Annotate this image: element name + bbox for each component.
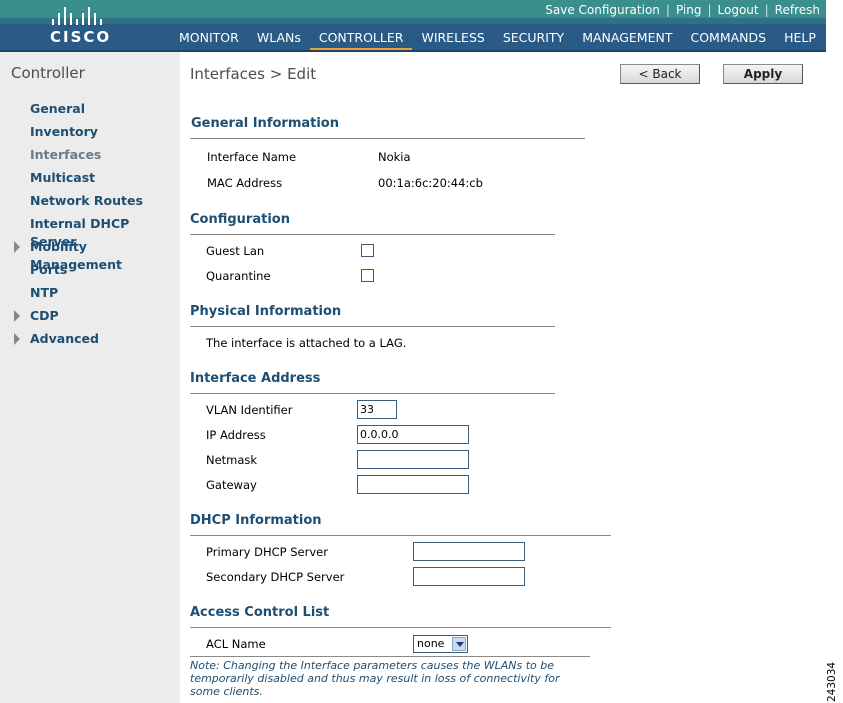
- separator: |: [764, 3, 769, 17]
- cisco-logo: CISCO: [50, 5, 120, 47]
- acl-name-select[interactable]: none: [413, 635, 468, 653]
- sidebar-item-label: Ports: [30, 262, 68, 277]
- acl-name-selected-value: none: [417, 637, 445, 650]
- quarantine-checkbox[interactable]: [361, 269, 374, 282]
- ip-address-input[interactable]: 0.0.0.0: [357, 425, 469, 444]
- dhcp-information-title: DHCP Information: [190, 513, 322, 528]
- nav-management[interactable]: MANAGEMENT: [573, 29, 681, 52]
- interface-name-label: Interface Name: [207, 150, 297, 164]
- sidebar-item-advanced[interactable]: Advanced: [0, 330, 180, 353]
- section-divider: [190, 627, 611, 628]
- section-divider: [190, 234, 555, 235]
- secondary-dhcp-server-label: Secondary DHCP Server: [206, 570, 345, 584]
- nav-security[interactable]: SECURITY: [494, 29, 573, 52]
- ip-address-label: IP Address: [206, 428, 266, 442]
- guest-lan-label: Guest Lan: [206, 244, 265, 258]
- sidebar: Controller General Inventory Interfaces …: [0, 52, 180, 703]
- nav-controller[interactable]: CONTROLLER: [309, 29, 413, 52]
- figure-id: 243034: [826, 661, 838, 702]
- interface-name-value: Nokia: [378, 150, 411, 164]
- section-divider: [190, 393, 555, 394]
- guest-lan-checkbox[interactable]: [361, 244, 374, 257]
- cisco-logo-text: CISCO: [50, 28, 112, 46]
- logout-link[interactable]: Logout: [718, 3, 759, 17]
- gateway-input[interactable]: [357, 475, 469, 494]
- sidebar-item-ntp[interactable]: NTP: [0, 284, 180, 307]
- sidebar-title: Controller: [11, 64, 85, 82]
- quarantine-label: Quarantine: [206, 269, 271, 283]
- physical-information-title: Physical Information: [190, 304, 342, 319]
- sidebar-item-internal-dhcp-server[interactable]: Internal DHCP Server: [0, 215, 180, 249]
- gateway-label: Gateway: [206, 478, 257, 492]
- expand-arrow-icon[interactable]: [14, 310, 20, 322]
- back-button[interactable]: < Back: [620, 64, 700, 84]
- acl-name-label: ACL Name: [206, 637, 266, 651]
- section-divider: [190, 535, 611, 536]
- mac-address-label: MAC Address: [207, 176, 283, 190]
- expand-arrow-icon[interactable]: [14, 241, 20, 253]
- separator: |: [665, 3, 670, 17]
- sidebar-item-label: Network Routes: [30, 193, 143, 208]
- sidebar-item-label: Inventory: [30, 124, 98, 139]
- primary-dhcp-server-input[interactable]: [413, 542, 525, 561]
- sidebar-item-label: General: [30, 101, 85, 116]
- lag-status-text: The interface is attached to a LAG.: [206, 336, 407, 350]
- separator: |: [707, 3, 712, 17]
- section-divider: [190, 138, 585, 139]
- sidebar-item-label: CDP: [30, 308, 59, 323]
- main-nav: MONITOR WLANs CONTROLLER WIRELESS SECURI…: [170, 29, 825, 52]
- main-content: Interfaces > Edit < Back Apply General I…: [180, 52, 826, 703]
- sidebar-item-label: NTP: [30, 285, 59, 300]
- sidebar-item-general[interactable]: General: [0, 100, 180, 123]
- netmask-input[interactable]: [357, 450, 469, 469]
- secondary-dhcp-server-input[interactable]: [413, 567, 525, 586]
- sidebar-item-interfaces[interactable]: Interfaces: [0, 146, 180, 169]
- header-band-fade: [0, 18, 826, 24]
- chevron-down-icon[interactable]: [452, 637, 466, 651]
- sidebar-item-multicast[interactable]: Multicast: [0, 169, 180, 192]
- nav-commands[interactable]: COMMANDS: [681, 29, 775, 52]
- top-header: CISCO Save Configuration | Ping | Logout…: [0, 0, 826, 52]
- vlan-identifier-input[interactable]: 33: [357, 400, 397, 419]
- interface-address-title: Interface Address: [190, 371, 321, 386]
- apply-button[interactable]: Apply: [723, 64, 803, 84]
- mac-address-value: 00:1a:6c:20:44:cb: [378, 176, 483, 190]
- primary-dhcp-server-label: Primary DHCP Server: [206, 545, 328, 559]
- refresh-link[interactable]: Refresh: [775, 3, 820, 17]
- sidebar-item-ports[interactable]: Ports: [0, 261, 180, 284]
- sidebar-item-label: Interfaces: [30, 147, 102, 162]
- utility-links: Save Configuration | Ping | Logout | Ref…: [545, 3, 820, 17]
- access-control-list-title: Access Control List: [190, 605, 330, 620]
- section-divider: [190, 326, 555, 327]
- netmask-label: Netmask: [206, 453, 258, 467]
- vlan-identifier-label: VLAN Identifier: [206, 403, 293, 417]
- configuration-title: Configuration: [190, 212, 290, 227]
- sidebar-item-inventory[interactable]: Inventory: [0, 123, 180, 146]
- nav-wlans[interactable]: WLANs: [248, 29, 310, 52]
- interface-change-note: Note: Changing the Interface parameters …: [190, 659, 560, 698]
- sidebar-item-network-routes[interactable]: Network Routes: [0, 192, 180, 215]
- sidebar-menu: General Inventory Interfaces Multicast N…: [0, 100, 180, 353]
- general-information-title: General Information: [191, 116, 339, 131]
- sidebar-item-cdp[interactable]: CDP: [0, 307, 180, 330]
- sidebar-item-label: Multicast: [30, 170, 96, 185]
- cisco-logo-icon: [52, 5, 120, 25]
- expand-arrow-icon[interactable]: [14, 333, 20, 345]
- note-divider: [190, 656, 590, 657]
- nav-monitor[interactable]: MONITOR: [170, 29, 248, 52]
- ping-link[interactable]: Ping: [676, 3, 702, 17]
- sidebar-item-mobility-management[interactable]: Mobility Management: [0, 238, 180, 272]
- nav-wireless[interactable]: WIRELESS: [412, 29, 493, 52]
- save-configuration-link[interactable]: Save Configuration: [545, 3, 660, 17]
- sidebar-item-label: Advanced: [30, 331, 99, 346]
- nav-help[interactable]: HELP: [775, 29, 825, 52]
- page-title: Interfaces > Edit: [190, 65, 317, 83]
